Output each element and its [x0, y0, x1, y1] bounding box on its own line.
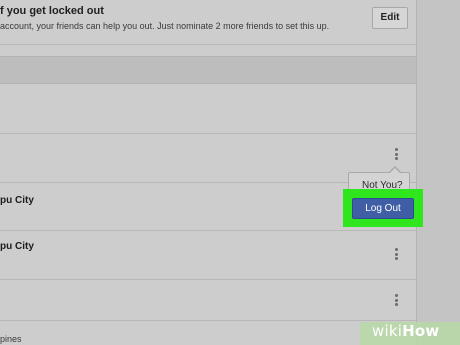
trusted-contacts-section: f you get locked out account, your frien… — [0, 0, 416, 45]
session-row: pines — [0, 321, 416, 345]
more-options-icon[interactable] — [395, 148, 399, 162]
where-logged-in-header — [0, 56, 416, 84]
edit-button[interactable]: Edit — [372, 7, 408, 29]
session-row — [0, 280, 416, 321]
session-location: pines — [0, 334, 22, 344]
section-title: f you get locked out — [0, 5, 104, 17]
right-gutter — [417, 0, 460, 345]
session-row: pu City — [0, 231, 416, 280]
session-location: pu City — [0, 241, 34, 252]
popover-caret-inner — [390, 168, 400, 173]
wikihow-logo: wikiHow — [372, 322, 440, 340]
section-description: account, your friends can help you out. … — [0, 21, 330, 31]
more-options-icon[interactable] — [395, 248, 399, 262]
log-out-button[interactable]: Log Out — [352, 198, 414, 219]
session-row — [0, 83, 416, 134]
session-location: pu City — [0, 195, 34, 206]
more-options-icon[interactable] — [395, 294, 399, 308]
